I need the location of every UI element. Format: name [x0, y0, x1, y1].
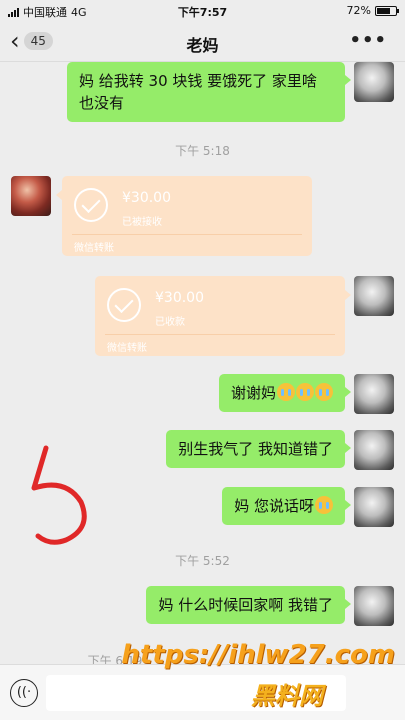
crying-emoji-icon [296, 383, 314, 401]
message-bubble[interactable]: 谢谢妈 [218, 374, 352, 412]
message-bubble[interactable]: 妈 您说话呀 [222, 487, 351, 525]
message-bubble[interactable]: 妈 给我转 30 块钱 要饿死了 家里啥 也没有 [67, 62, 351, 122]
clock: 下午7:57 [177, 6, 228, 19]
mom-avatar[interactable] [11, 176, 51, 216]
self-avatar[interactable] [354, 487, 394, 527]
handwritten-five-annotation [31, 445, 87, 545]
transfer-card-sent[interactable]: ¥30.00 已收款 微信转账 [95, 276, 351, 356]
transfer-amount: ¥30.00 [155, 290, 204, 306]
transfer-footer: 微信转账 [107, 343, 147, 354]
self-avatar[interactable] [354, 62, 394, 102]
transfer-divider [72, 234, 302, 235]
crying-emoji-icon [315, 383, 333, 401]
checkmark-icon [107, 288, 141, 322]
chat-title: 老妈 [186, 36, 219, 55]
message-text: 妈 您说话呀 [234, 497, 314, 515]
checkmark-icon [74, 188, 108, 222]
more-options-icon[interactable]: ••• [349, 30, 387, 51]
self-avatar[interactable] [354, 586, 394, 626]
self-avatar[interactable] [354, 374, 394, 414]
battery-icon [375, 5, 399, 16]
message-text: 谢谢妈 [230, 384, 276, 402]
transfer-status: 已被接收 [122, 217, 162, 228]
self-avatar[interactable] [354, 276, 394, 316]
message-timestamp: 下午 5:52 [175, 554, 230, 568]
transfer-card-received[interactable]: ¥30.00 已被接收 微信转账 [56, 176, 312, 256]
transfer-divider [105, 334, 335, 335]
chat-header: ‹ 45 老妈 ••• [0, 22, 405, 62]
watermark-url: https://ihlw27.com [121, 640, 395, 670]
battery-percent: 72% [346, 4, 371, 17]
self-avatar[interactable] [354, 430, 394, 470]
transfer-amount: ¥30.00 [122, 190, 171, 206]
message-bubble[interactable]: 妈 什么时候回家啊 我错了 [146, 586, 351, 624]
status-bar: 中国联通 4G 下午7:57 72% [0, 0, 405, 22]
transfer-footer: 微信转账 [74, 243, 114, 254]
crying-emoji-icon [315, 496, 333, 514]
transfer-status: 已收款 [155, 317, 185, 328]
message-bubble[interactable]: 别生我气了 我知道错了 [166, 430, 351, 468]
message-timestamp: 下午 5:18 [175, 144, 230, 158]
watermark-brand: 黑料网 [251, 682, 323, 710]
crying-emoji-icon [277, 383, 295, 401]
